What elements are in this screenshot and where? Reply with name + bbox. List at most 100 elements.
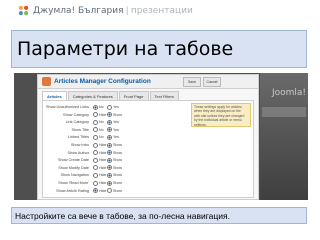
option-label: Show [113,181,122,185]
option-label: No [99,127,104,132]
radio-button[interactable] [107,119,112,125]
slide-caption-bar: Настройките са вече в табове, за по-лесн… [11,207,307,224]
radio-button[interactable] [107,150,112,156]
setting-label: Show Article Rating [56,188,89,193]
radio-button[interactable] [107,165,112,171]
brand-name: Джумла! България [33,6,124,16]
tab-articles[interactable]: Articles [42,91,67,100]
option-label: Yes [113,120,119,125]
setting-option[interactable]: Hide [93,188,106,194]
radio-button[interactable] [93,134,98,140]
radio-button[interactable] [93,150,98,156]
option-label: Yes [113,105,119,109]
radio-button[interactable] [93,180,98,186]
option-label: Hide [99,165,107,170]
setting-option[interactable]: Show [107,188,122,194]
slide-title: Параметри на табове [17,38,234,60]
setting-label: Show Create Date [57,158,89,163]
setting-option[interactable]: Show [107,157,122,163]
radio-button[interactable] [107,104,112,110]
setting-label: Show Unauthorized Links [45,105,89,109]
radio-button[interactable] [107,127,112,133]
radio-button[interactable] [93,127,98,133]
tab-front-page[interactable]: Front Page [118,91,149,100]
setting-option[interactable]: Show [107,112,122,118]
setting-option[interactable]: Yes [107,104,119,110]
setting-option[interactable]: Yes [107,119,119,125]
config-tabs: Articles Categories & Features Front Pag… [42,91,179,100]
setting-option[interactable]: No [93,134,104,140]
option-label: No [99,120,104,125]
radio-button[interactable] [107,180,112,186]
save-button[interactable]: Save [183,77,201,87]
setting-option[interactable]: Show [107,172,122,178]
option-label: Hide [99,181,107,185]
radio-button[interactable] [93,142,98,148]
radio-button[interactable] [93,112,98,118]
setting-label: Show Modify Date [58,165,89,170]
radio-button[interactable] [93,172,98,178]
setting-option[interactable]: Hide [93,157,106,163]
radio-button[interactable] [93,165,98,171]
option-label: Hide [99,112,107,117]
setting-option[interactable]: Show [107,142,122,148]
setting-option[interactable]: Hide [93,142,106,148]
tab-text-filters[interactable]: Text Filters [149,91,179,100]
option-label: No [99,105,104,109]
articles-settings-panel: These settings apply for articles when t… [42,100,254,198]
radio-button[interactable] [107,157,112,163]
radio-button[interactable] [93,188,98,194]
brand-section: презентации [130,6,193,16]
option-label: Show [113,150,122,155]
radio-button[interactable] [93,157,98,163]
setting-option[interactable]: Show [107,180,122,186]
option-label: Hide [99,143,107,147]
setting-option[interactable]: No [93,104,104,110]
slide-title-bar: Параметри на табове [11,30,307,68]
setting-option[interactable]: Yes [107,127,119,133]
cancel-button[interactable]: Cancel [203,77,221,87]
option-label: Yes [113,135,119,140]
setting-label: Show Navigation [60,173,90,178]
setting-label: Show Author [67,150,89,155]
option-label: Show [113,173,122,178]
setting-option[interactable]: Show [107,165,122,171]
option-label: Show [113,112,122,117]
setting-option[interactable]: No [93,119,104,125]
setting-option[interactable]: Yes [107,134,119,140]
setting-row: Show Intro Hide Show [43,142,193,148]
radio-button[interactable] [107,142,112,148]
option-label: No [99,135,104,140]
option-label: Show [113,165,122,170]
setting-row: Show Author Hide Show [43,150,193,156]
option-label: Hide [99,158,107,163]
setting-row: Show Unauthorized Links No Yes [43,104,193,110]
setting-row: Show Title No Yes [43,127,193,133]
radio-button[interactable] [107,134,112,140]
setting-option[interactable]: Hide [93,150,106,156]
modal-header: Articles Manager Configuration Save Canc… [38,75,258,89]
radio-button[interactable] [107,172,112,178]
radio-button[interactable] [107,112,112,118]
setting-option[interactable]: Hide [93,112,106,118]
option-label: Hide [99,150,107,155]
setting-label: Show Category [63,112,89,117]
setting-option[interactable]: Hide [93,165,106,171]
setting-option[interactable]: No [93,127,104,133]
setting-row: Show Create Date Hide Show [43,157,193,163]
setting-option[interactable]: Hide [93,180,106,186]
radio-button[interactable] [93,119,98,125]
tab-categories-features[interactable]: Categories & Features [67,91,118,100]
config-icon [42,77,51,86]
radio-button[interactable] [93,104,98,110]
setting-row: Show Article Rating Hide Show [43,188,193,194]
setting-row: Show Modify Date Hide Show [43,165,193,171]
setting-row: Linked Titles No Yes [43,134,193,140]
setting-option[interactable]: Show [107,150,122,156]
admin-toolbar-strip [262,107,306,117]
setting-option[interactable]: Hide [93,172,106,178]
radio-button[interactable] [107,188,112,194]
option-label: Hide [99,188,107,193]
setting-label: Link Category [65,120,89,125]
option-label: Hide [99,173,107,178]
